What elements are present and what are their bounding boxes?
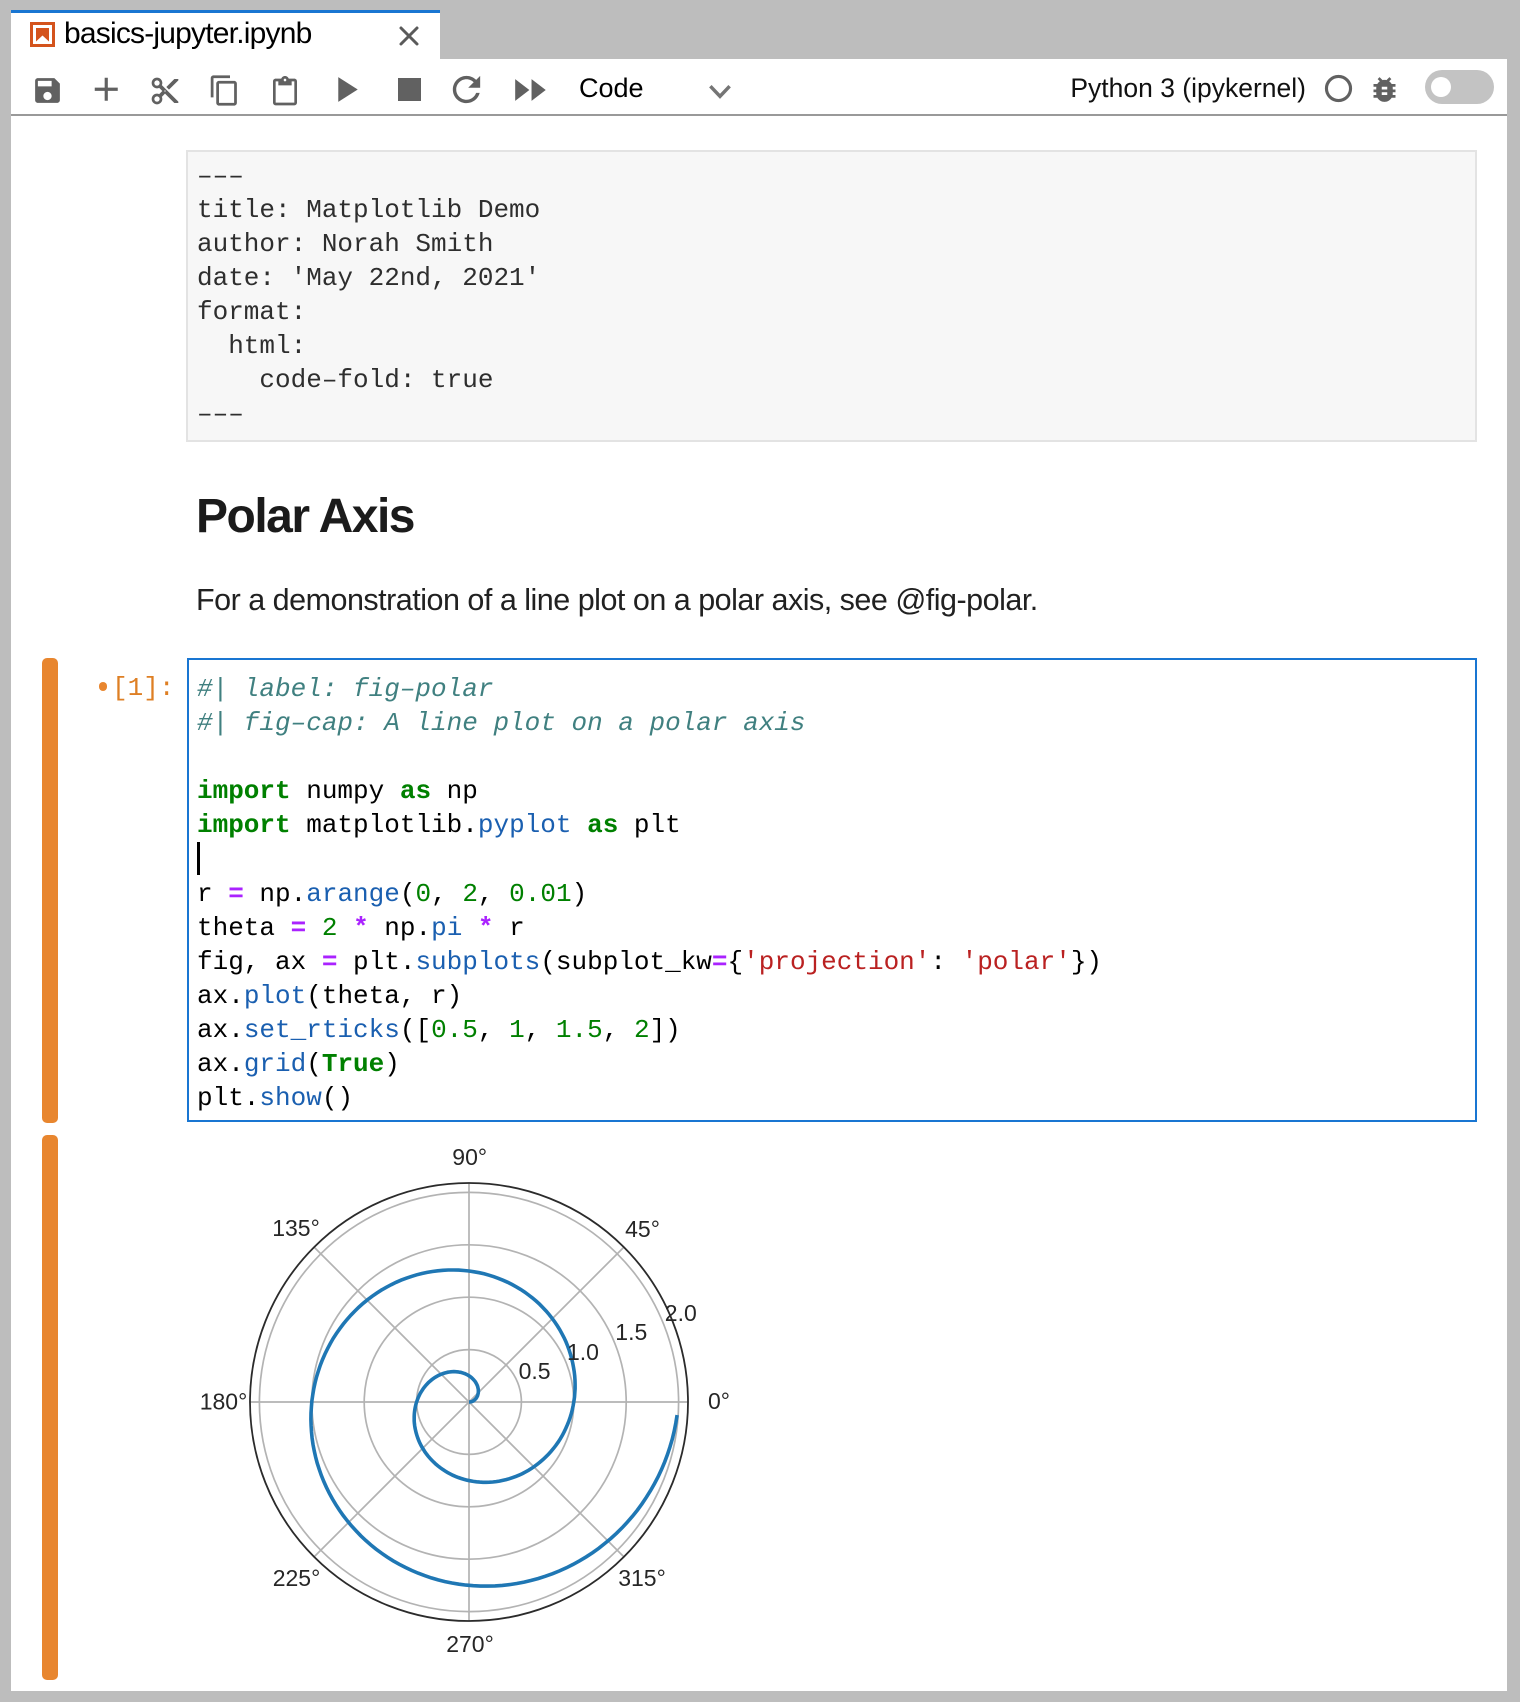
svg-text:2.0: 2.0 — [665, 1300, 697, 1326]
svg-text:0°: 0° — [708, 1388, 730, 1414]
svg-text:0.5: 0.5 — [519, 1358, 551, 1384]
svg-text:1.0: 1.0 — [567, 1339, 599, 1365]
svg-text:1.5: 1.5 — [615, 1319, 647, 1345]
svg-text:45°: 45° — [625, 1216, 660, 1242]
svg-text:315°: 315° — [618, 1565, 666, 1591]
svg-text:180°: 180° — [200, 1389, 248, 1415]
svg-text:270°: 270° — [446, 1631, 494, 1657]
svg-text:225°: 225° — [273, 1565, 321, 1591]
svg-text:135°: 135° — [272, 1215, 320, 1241]
svg-text:90°: 90° — [452, 1144, 487, 1170]
